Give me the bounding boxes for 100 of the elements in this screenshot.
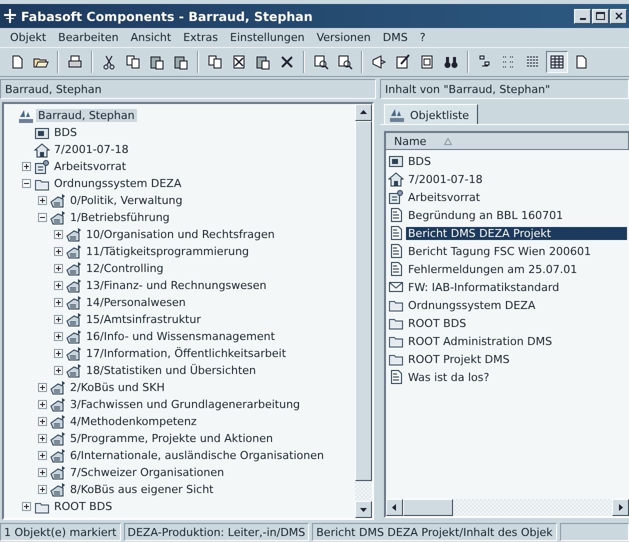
- register-icon: [66, 244, 82, 260]
- tree-item[interactable]: 12/Controlling: [84, 262, 166, 275]
- document-icon: [388, 207, 404, 223]
- scroll-up-button[interactable]: [355, 104, 372, 121]
- register-icon: [50, 396, 66, 412]
- minimize-button[interactable]: [574, 8, 591, 24]
- collapse-toggle[interactable]: [22, 179, 31, 188]
- list-item[interactable]: Was ist da los?: [406, 370, 492, 384]
- scroll-down-button[interactable]: [355, 501, 372, 518]
- tree-item[interactable]: 11/Tätigkeitsprogrammierung: [84, 245, 252, 258]
- tree-item[interactable]: 8/KoBüs aus eigener Sicht: [68, 483, 216, 496]
- tree-item[interactable]: Ordnungssystem DEZA: [52, 177, 184, 190]
- tree-item[interactable]: BDS: [52, 126, 79, 139]
- tree-item[interactable]: 3/Fachwissen und Grundlagenerarbeitung: [68, 398, 302, 411]
- app-icon: [4, 9, 16, 23]
- search-document-icon: [337, 54, 353, 70]
- menu-item[interactable]: DMS: [376, 31, 414, 44]
- arrow-icon: [391, 504, 398, 511]
- list-item[interactable]: Bericht DMS DEZA Projekt: [406, 226, 627, 240]
- register-icon: [50, 448, 66, 464]
- expand-toggle[interactable]: [54, 230, 63, 239]
- inbox-icon: [34, 158, 50, 174]
- tree-item[interactable]: 0/Politik, Verwaltung: [68, 194, 185, 207]
- pane-header: Inhalt von "Barraud, Stephan": [380, 79, 629, 99]
- expand-toggle[interactable]: [38, 383, 47, 392]
- register-icon: [66, 226, 82, 242]
- scrollbar-thumb[interactable]: [403, 499, 453, 516]
- pane-header: Barraud, Stephan: [0, 79, 376, 99]
- expand-toggle[interactable]: [22, 502, 31, 511]
- list-item[interactable]: Ordnungssystem DEZA: [406, 298, 538, 312]
- expand-toggle[interactable]: [54, 281, 63, 290]
- list-item[interactable]: ROOT Projekt DMS: [406, 352, 512, 366]
- envelope-icon: [388, 279, 404, 295]
- menu-item[interactable]: Ansicht: [124, 31, 178, 44]
- register-icon: [66, 346, 82, 362]
- list-item[interactable]: FW: IAB-Informatikstandard: [406, 280, 562, 294]
- menu-item[interactable]: Versionen: [310, 31, 377, 44]
- megaphone-icon: [371, 54, 387, 70]
- menu-item[interactable]: Einstellungen: [224, 31, 311, 44]
- tree-item[interactable]: 18/Statistiken und Übersichten: [84, 364, 258, 377]
- expand-toggle[interactable]: [54, 298, 63, 307]
- arrow-icon: [617, 504, 624, 511]
- menu-item[interactable]: Extras: [177, 31, 224, 44]
- expand-toggle[interactable]: [54, 247, 63, 256]
- list-item[interactable]: ROOT BDS: [406, 316, 468, 330]
- scroll-left-button[interactable]: [386, 499, 403, 516]
- tab[interactable]: Objektliste: [384, 104, 478, 125]
- expand-toggle[interactable]: [38, 451, 47, 460]
- menu-item[interactable]: Objekt: [4, 31, 52, 44]
- expand-toggle[interactable]: [54, 332, 63, 341]
- tree-item[interactable]: 15/Amtsinfrastruktur: [84, 313, 203, 326]
- list-item[interactable]: BDS: [406, 154, 433, 168]
- expand-toggle[interactable]: [38, 468, 47, 477]
- list-item[interactable]: ROOT Administration DMS: [406, 334, 554, 348]
- tree-item[interactable]: 7/Schweizer Organisationen: [68, 466, 226, 479]
- scissors-icon: [101, 54, 117, 70]
- register-icon: [50, 430, 66, 446]
- tree-item[interactable]: ROOT BDS: [52, 500, 114, 513]
- menu-item[interactable]: Bearbeiten: [52, 31, 125, 44]
- tree-item[interactable]: 1/Betriebsführung: [68, 211, 172, 224]
- toolbar-button[interactable]: [546, 51, 568, 73]
- close-button[interactable]: [610, 8, 627, 24]
- list-item[interactable]: 7/2001-07-18: [406, 172, 485, 186]
- expand-toggle[interactable]: [54, 349, 63, 358]
- tree-item[interactable]: 14/Personalwesen: [84, 296, 188, 309]
- tree-item[interactable]: 17/Information, Öffentlichkeitsarbeit: [84, 347, 288, 360]
- delete-icon: [279, 54, 295, 70]
- menu-item[interactable]: ?: [414, 31, 432, 44]
- expand-toggle[interactable]: [54, 315, 63, 324]
- list-item[interactable]: Fehlermeldungen am 25.07.01: [406, 262, 580, 276]
- tree-item[interactable]: 2/KoBüs und SKH: [68, 381, 167, 394]
- register-icon: [66, 362, 82, 378]
- expand-toggle[interactable]: [54, 264, 63, 273]
- list-item[interactable]: Bericht Tagung FSC Wien 200601: [406, 244, 593, 258]
- expand-toggle[interactable]: [38, 485, 47, 494]
- column-header[interactable]: Name: [386, 133, 629, 150]
- tree-item[interactable]: Barraud, Stephan: [36, 109, 137, 122]
- register-icon: [50, 192, 66, 208]
- expand-toggle[interactable]: [38, 196, 47, 205]
- register-icon: [50, 464, 66, 480]
- tree-item[interactable]: 5/Programme, Projekte und Aktionen: [68, 432, 275, 445]
- clipboard-icon: [173, 54, 189, 70]
- tree-item[interactable]: 4/Methodenkompetenz: [68, 415, 199, 428]
- expand-toggle[interactable]: [54, 366, 63, 375]
- expand-toggle[interactable]: [38, 417, 47, 426]
- scroll-right-button[interactable]: [612, 499, 629, 516]
- tree-item[interactable]: 13/Finanz- und Rechnungswesen: [84, 279, 268, 292]
- tree-item[interactable]: 16/Info- und Wissensmanagement: [84, 330, 277, 343]
- expand-toggle[interactable]: [38, 434, 47, 443]
- tree-item[interactable]: Arbeitsvorrat: [52, 160, 128, 173]
- tree-item[interactable]: 6/Internationale, ausländische Organisationen: [68, 449, 326, 462]
- expand-toggle[interactable]: [38, 400, 47, 409]
- list-item[interactable]: Arbeitsvorrat: [406, 190, 482, 204]
- scrollbar-thumb[interactable]: [355, 121, 372, 481]
- tree-item[interactable]: 7/2001-07-18: [52, 143, 131, 156]
- tree-item[interactable]: 10/Organisation und Rechtsfragen: [84, 228, 277, 241]
- expand-toggle[interactable]: [22, 162, 31, 171]
- maximize-button[interactable]: [592, 8, 609, 24]
- list-item[interactable]: Begründung an BBL 160701: [406, 208, 566, 222]
- collapse-toggle[interactable]: [38, 213, 47, 222]
